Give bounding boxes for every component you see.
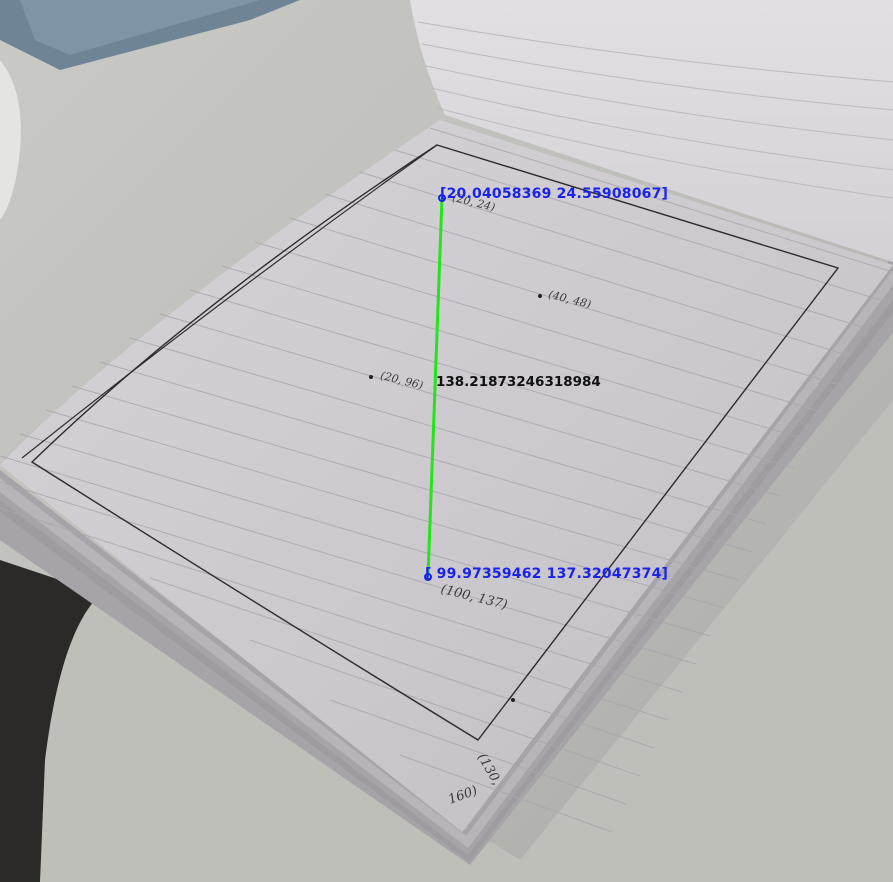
end-coordinate-label: [ 99.97359462 137.32047374] <box>425 566 669 582</box>
dot-corner <box>511 698 515 702</box>
distance-label: 138.21873246318984 <box>436 374 601 390</box>
photo-scene <box>0 0 893 882</box>
dot-point-b <box>369 375 373 379</box>
start-coordinate-label: [20.04058369 24.55908067] <box>440 186 669 202</box>
dot-point-a <box>538 294 542 298</box>
